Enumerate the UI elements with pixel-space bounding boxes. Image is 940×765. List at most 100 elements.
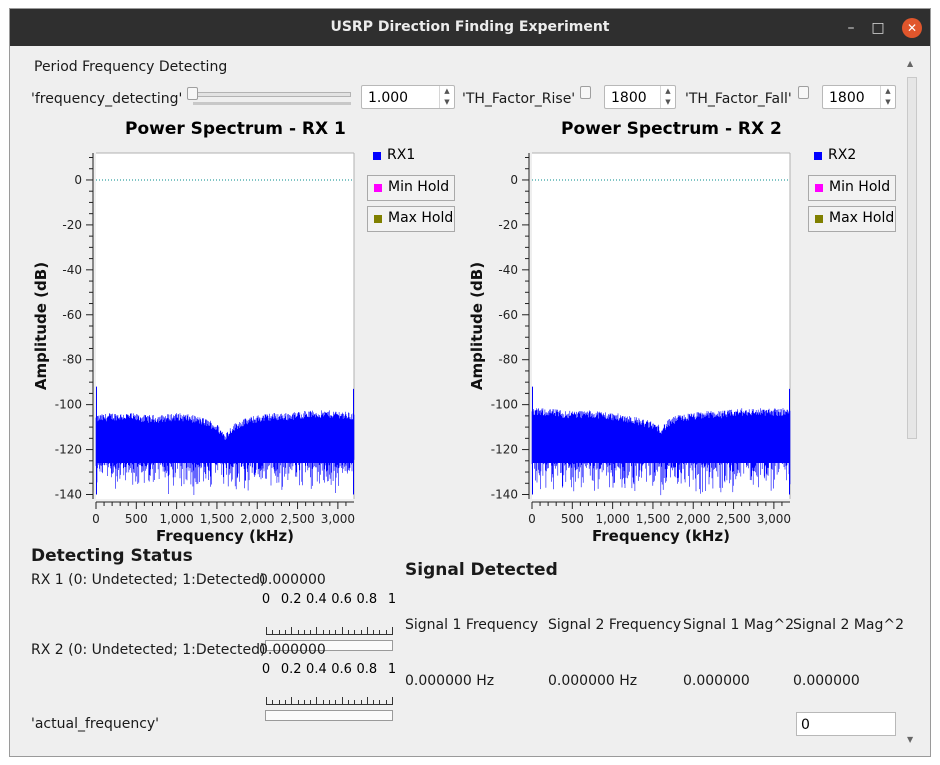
spinbox-value: 1800 bbox=[829, 90, 865, 106]
th-factor-fall-slider-handle[interactable] bbox=[798, 86, 809, 99]
x-tick-label: 0 bbox=[528, 512, 536, 526]
th-factor-rise-slider-handle[interactable] bbox=[580, 86, 591, 99]
y-tick-label: -120 bbox=[55, 443, 82, 457]
meter-tick-label: 0.6 bbox=[331, 592, 352, 607]
meter-tick-label: 0.4 bbox=[306, 592, 327, 607]
th-factor-rise-label: 'TH_Factor_Rise' bbox=[462, 91, 576, 107]
legend-swatch-icon bbox=[814, 152, 822, 160]
legend-max-hold[interactable]: Max Hold bbox=[367, 206, 455, 232]
legend-swatch-icon bbox=[374, 184, 382, 192]
legend-label: Min Hold bbox=[388, 179, 450, 195]
x-tick-label: 1,000 bbox=[595, 512, 629, 526]
meter-bar bbox=[265, 710, 393, 721]
section-title: Period Frequency Detecting bbox=[34, 59, 228, 75]
x-tick-label: 2,000 bbox=[676, 512, 710, 526]
close-icon[interactable]: ✕ bbox=[902, 18, 922, 38]
legend-rx1[interactable]: RX1 bbox=[367, 144, 455, 170]
vertical-scrollbar[interactable]: ▲ ▼ bbox=[905, 57, 919, 747]
th-factor-fall-spinbox[interactable]: 1800 ▲ ▼ bbox=[822, 85, 896, 109]
legend-label: Max Hold bbox=[388, 210, 454, 226]
y-tick-label: -20 bbox=[498, 218, 518, 232]
x-tick-label: 1,000 bbox=[159, 512, 193, 526]
legend-label: Min Hold bbox=[829, 179, 891, 195]
x-axis-label: Frequency (kHz) bbox=[156, 527, 294, 545]
signal1-mag-header: Signal 1 Mag^2 bbox=[683, 617, 794, 633]
spin-arrows-icon[interactable]: ▲ ▼ bbox=[660, 86, 675, 108]
meter-tick-label: 0.2 bbox=[280, 662, 302, 677]
legend-swatch-icon bbox=[374, 215, 382, 223]
y-axis-label: Amplitude (dB) bbox=[32, 262, 50, 390]
y-tick-label: -140 bbox=[55, 488, 82, 502]
legend-rx2[interactable]: RX2 bbox=[808, 144, 896, 170]
meter-tick-label: 0.4 bbox=[306, 662, 327, 677]
slider-track bbox=[191, 92, 351, 97]
signal2-mag-header: Signal 2 Mag^2 bbox=[793, 617, 904, 633]
legend-min-hold[interactable]: Min Hold bbox=[367, 175, 455, 201]
signal2-mag-value: 0.000000 bbox=[793, 673, 860, 689]
plot1-canvas[interactable]: 0 -20 -40 -60 -80 -100 -120 -140 0 500 1,000 1,500 2… bbox=[10, 137, 370, 549]
x-tick-label: 3,000 bbox=[321, 512, 355, 526]
spinbox-value: 1800 bbox=[611, 90, 647, 106]
y-tick-label: -60 bbox=[498, 308, 518, 322]
x-tick-label: 0 bbox=[92, 512, 100, 526]
y-tick-label: -80 bbox=[498, 353, 518, 367]
y-axis-label: Amplitude (dB) bbox=[468, 262, 486, 390]
spin-arrows-icon[interactable]: ▲ ▼ bbox=[880, 86, 895, 108]
x-axis-label: Frequency (kHz) bbox=[592, 527, 730, 545]
scrollbar-thumb[interactable] bbox=[907, 77, 917, 439]
x-tick-label: 500 bbox=[561, 512, 584, 526]
x-tick-label: 1,500 bbox=[200, 512, 234, 526]
rx2-status-value: 0.000000 bbox=[259, 642, 326, 658]
frequency-detecting-label: 'frequency_detecting' bbox=[31, 91, 183, 107]
x-tick-label: 1,500 bbox=[636, 512, 670, 526]
rx1-status-value: 0.000000 bbox=[259, 572, 326, 588]
meter-tick-label: 0 bbox=[261, 592, 271, 607]
legend-min-hold[interactable]: Min Hold bbox=[808, 175, 896, 201]
y-tick-label: 0 bbox=[510, 173, 518, 187]
legend-swatch-icon bbox=[373, 152, 381, 160]
rx2-status-label: RX 2 (0: Undetected; 1:Detected) bbox=[31, 642, 266, 658]
meter-tick bbox=[392, 697, 393, 705]
x-tick-label: 2,000 bbox=[240, 512, 274, 526]
actual-frequency-label: 'actual_frequency' bbox=[31, 716, 160, 732]
signal1-frequency-header: Signal 1 Frequency bbox=[405, 617, 539, 633]
legend-label: Max Hold bbox=[829, 210, 895, 226]
meter-tick-label: 0.6 bbox=[331, 662, 352, 677]
meter-tick-label: 0.2 bbox=[280, 592, 302, 607]
y-tick-label: -60 bbox=[62, 308, 82, 322]
meter-baseline bbox=[266, 634, 392, 635]
slider-handle[interactable] bbox=[187, 87, 198, 100]
y-tick-label: -80 bbox=[62, 353, 82, 367]
x-tick-label: 3,000 bbox=[757, 512, 791, 526]
scroll-down-icon[interactable]: ▼ bbox=[907, 735, 913, 744]
actual-frequency-value: 0 bbox=[801, 717, 810, 733]
plot1-title: Power Spectrum - RX 1 bbox=[125, 119, 346, 139]
minimize-icon[interactable]: – bbox=[841, 18, 861, 38]
y-tick-label: -20 bbox=[62, 218, 82, 232]
y-tick-label: -120 bbox=[491, 443, 518, 457]
frequency-detecting-spinbox[interactable]: 1.000 ▲ ▼ bbox=[361, 85, 455, 109]
th-factor-rise-spinbox[interactable]: 1800 ▲ ▼ bbox=[604, 85, 676, 109]
signal2-frequency-value: 0.000000 Hz bbox=[548, 673, 638, 689]
slider-groove bbox=[193, 102, 351, 105]
y-tick-label: -140 bbox=[491, 488, 518, 502]
meter-tick-label: 1 bbox=[387, 662, 397, 677]
title-bar: USRP Direction Finding Experiment – □ ✕ bbox=[10, 9, 930, 46]
x-tick-label: 2,500 bbox=[280, 512, 314, 526]
signal2-frequency-header: Signal 2 Frequency bbox=[548, 617, 682, 633]
detecting-status-title: Detecting Status bbox=[31, 546, 193, 566]
frequency-detecting-slider[interactable] bbox=[186, 87, 353, 107]
meter-tick-label: 0.8 bbox=[356, 592, 378, 607]
spin-arrows-icon[interactable]: ▲ ▼ bbox=[439, 86, 454, 108]
scroll-up-icon[interactable]: ▲ bbox=[907, 59, 913, 68]
meter-tick-label: 0 bbox=[261, 662, 271, 677]
window-title: USRP Direction Finding Experiment bbox=[330, 19, 610, 35]
legend-max-hold[interactable]: Max Hold bbox=[808, 206, 896, 232]
rx2-level-meter: 0 0.2 0.4 0.6 0.8 1 bbox=[261, 658, 397, 728]
actual-frequency-field[interactable]: 0 bbox=[796, 712, 896, 736]
signal1-mag-value: 0.000000 bbox=[683, 673, 750, 689]
legend-label: RX2 bbox=[828, 147, 857, 163]
maximize-icon[interactable]: □ bbox=[868, 18, 888, 38]
y-tick-label: 0 bbox=[74, 173, 82, 187]
plot2-canvas[interactable]: 0 -20 -40 -60 -80 -100 -120 -140 0 500 1,000 1,500 2… bbox=[446, 137, 806, 549]
